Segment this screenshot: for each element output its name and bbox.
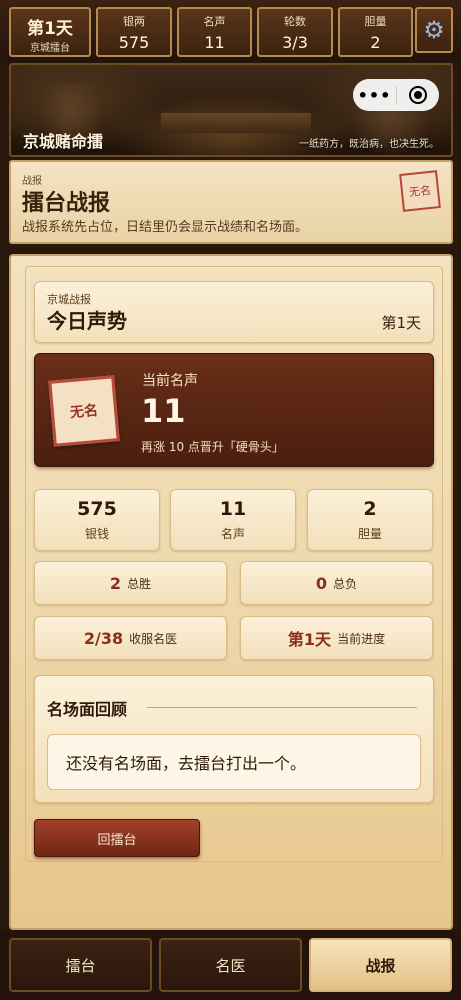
review-empty-state: 还没有名场面，去擂台打出一个。 <box>47 734 421 790</box>
settings-button[interactable]: ⚙ <box>415 7 453 53</box>
review-divider <box>147 707 417 708</box>
rounds-value: 3/3 <box>282 33 308 52</box>
top-stats-bar: 第1天 京城擂台 银两 575 名声 11 轮数 3/3 胆量 2 ⚙ <box>0 0 461 62</box>
progress-value: 第1天 <box>287 630 332 649</box>
courage-label: 胆量 <box>364 15 387 28</box>
mini-stat-label: 银钱 <box>84 527 109 541</box>
gear-icon: ⚙ <box>423 16 445 44</box>
losses-value: 0 <box>315 573 328 593</box>
rounds-stat: 轮数 3/3 <box>257 7 333 57</box>
banner: 京城赌命擂 一纸药方，既治病，也决生死。 ••• <box>9 63 453 157</box>
today-card: 京城战报 今日声势 第1天 <box>34 281 434 343</box>
doctors-value: 2/38 <box>83 628 124 648</box>
bottom-nav: 擂台 名医 战报 <box>0 930 461 1000</box>
banner-title: 京城赌命擂 <box>23 132 104 151</box>
courage-value: 2 <box>370 33 381 52</box>
losses-label: 总负 <box>333 576 358 591</box>
silver-stat: 银两 575 <box>96 7 172 57</box>
fame-card: 无名 当前名声 11 再涨 10 点晋升「硬骨头」 <box>34 353 434 467</box>
fame-card-value: 11 <box>141 392 186 430</box>
fame-next-rank: 再涨 10 点晋升「硬骨头」 <box>141 440 284 454</box>
banner-subtitle: 一纸药方，既治病，也决生死。 <box>299 139 439 150</box>
tab-report[interactable]: 战报 <box>309 938 452 992</box>
mini-stat-fame: 11 名声 <box>170 489 296 551</box>
day-location: 京城擂台 <box>30 43 70 54</box>
review-title: 名场面回顾 <box>47 700 128 719</box>
banner-bed <box>161 113 311 133</box>
rounds-label: 轮数 <box>284 15 306 28</box>
miniprogram-capsule: ••• <box>353 79 439 111</box>
fame-card-label: 当前名声 <box>142 373 198 389</box>
wins-label: 总胜 <box>127 576 152 591</box>
progress-card: 第1天 当前进度 <box>240 616 433 660</box>
day-value: 第1天 <box>27 19 73 39</box>
fame-seal: 无名 <box>48 375 120 447</box>
mini-stat-label: 胆量 <box>357 527 382 541</box>
mini-stat-silver: 575 银钱 <box>34 489 160 551</box>
fame-stat: 名声 11 <box>177 7 252 57</box>
section-header: 战报 擂台战报 战报系统先占位，日结里仍会显示战绩和名场面。 无名 <box>9 160 453 244</box>
more-button[interactable]: ••• <box>353 86 396 105</box>
progress-label: 当前进度 <box>337 631 386 646</box>
fame-label: 名声 <box>203 15 226 28</box>
tab-arena[interactable]: 擂台 <box>9 938 152 992</box>
close-button[interactable] <box>397 86 439 104</box>
doctors-label: 收服名医 <box>129 631 178 646</box>
day-stat: 第1天 京城擂台 <box>9 7 91 57</box>
today-title: 今日声势 <box>47 309 127 333</box>
mini-stat-label: 名声 <box>220 527 245 541</box>
record-close-icon <box>409 86 427 104</box>
fame-value: 11 <box>204 33 225 52</box>
losses-card: 0 总负 <box>240 561 433 605</box>
tab-doctors[interactable]: 名医 <box>159 938 302 992</box>
report-panel: 京城战报 今日声势 第1天 无名 当前名声 11 再涨 10 点晋升「硬骨头」 … <box>9 254 453 930</box>
silver-label: 银两 <box>123 15 145 28</box>
mini-stat-value: 11 <box>219 498 247 520</box>
section-description: 战报系统先占位，日结里仍会显示战绩和名场面。 <box>22 220 309 235</box>
mini-stat-courage: 2 胆量 <box>307 489 433 551</box>
mini-stat-value: 575 <box>77 498 117 520</box>
wins-card: 2 总胜 <box>34 561 227 605</box>
today-day: 第1天 <box>381 314 421 332</box>
back-to-arena-button[interactable]: 回擂台 <box>34 819 200 857</box>
courage-stat: 胆量 2 <box>338 7 413 57</box>
section-title: 擂台战报 <box>22 191 111 216</box>
highlights-review: 名场面回顾 还没有名场面，去擂台打出一个。 <box>34 675 434 803</box>
wins-value: 2 <box>109 573 122 593</box>
doctors-card: 2/38 收服名医 <box>34 616 227 660</box>
mini-stat-value: 2 <box>363 498 377 520</box>
silver-value: 575 <box>118 33 150 52</box>
report-inner: 京城战报 今日声势 第1天 无名 当前名声 11 再涨 10 点晋升「硬骨头」 … <box>25 266 443 862</box>
rank-seal: 无名 <box>399 170 441 212</box>
